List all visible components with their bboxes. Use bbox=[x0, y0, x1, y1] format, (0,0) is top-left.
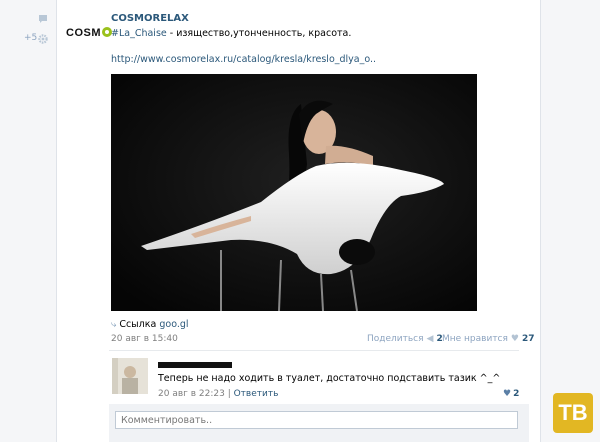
comment-text: Теперь не надо ходить в туалет, достаточ… bbox=[158, 373, 501, 384]
rail-like-count: +5 bbox=[24, 33, 38, 43]
share-label: Поделиться bbox=[367, 334, 424, 344]
post-text: #La_Chaise - изящество,утонченность, кра… bbox=[111, 28, 351, 39]
post-date[interactable]: 20 авг в 15:40 bbox=[111, 334, 178, 344]
post-text-body: - изящество,утонченность, красота. bbox=[166, 28, 352, 39]
comment-like-count: 2 bbox=[513, 389, 520, 399]
heart-icon: ♥ bbox=[510, 334, 519, 344]
avatar[interactable] bbox=[112, 358, 148, 394]
source-attribution: ⤷ Ссылка goo.gl bbox=[111, 319, 189, 330]
source-link[interactable]: goo.gl bbox=[159, 319, 188, 330]
post-photo[interactable] bbox=[111, 74, 477, 311]
reply-button[interactable]: Ответить bbox=[234, 389, 279, 399]
heart-icon: ♥ bbox=[503, 389, 512, 399]
post-card: COSM COSMORELAX #La_Chaise - изящество,у… bbox=[56, 0, 541, 442]
comment-meta: 20 авг в 22:23 | Ответить bbox=[158, 389, 279, 399]
gear-icon[interactable] bbox=[38, 34, 48, 44]
redacted-author-name bbox=[158, 362, 232, 368]
group-logo[interactable]: COSM bbox=[66, 27, 112, 39]
comments-divider bbox=[109, 350, 519, 351]
like-button[interactable]: Мне нравится ♥ 27 bbox=[442, 334, 535, 344]
avatar-image bbox=[112, 358, 148, 394]
megaphone-icon: ◀ bbox=[426, 334, 434, 344]
like-count: 27 bbox=[522, 334, 535, 344]
link-icon: ⤷ bbox=[111, 319, 117, 330]
source-label: Ссылка bbox=[119, 319, 157, 330]
post-url-link[interactable]: http://www.cosmorelax.ru/catalog/kresla/… bbox=[111, 54, 376, 65]
comment-date[interactable]: 20 авг в 22:23 bbox=[158, 389, 225, 399]
post-hashtag[interactable]: #La_Chaise bbox=[111, 28, 167, 39]
left-rail: +5 bbox=[0, 0, 56, 442]
like-label: Мне нравится bbox=[442, 334, 508, 344]
comment-like-button[interactable]: ♥ 2 bbox=[503, 389, 519, 399]
comment-input[interactable]: Комментировать.. bbox=[115, 411, 518, 429]
share-button[interactable]: Поделиться ◀ 2 bbox=[367, 334, 443, 344]
logo-text: COSM bbox=[66, 27, 101, 39]
chair-photo-illustration bbox=[111, 74, 477, 311]
watermark-badge: ТВ bbox=[553, 393, 593, 433]
comment-icon[interactable] bbox=[38, 14, 48, 24]
post-author[interactable]: COSMORELAX bbox=[111, 13, 189, 24]
